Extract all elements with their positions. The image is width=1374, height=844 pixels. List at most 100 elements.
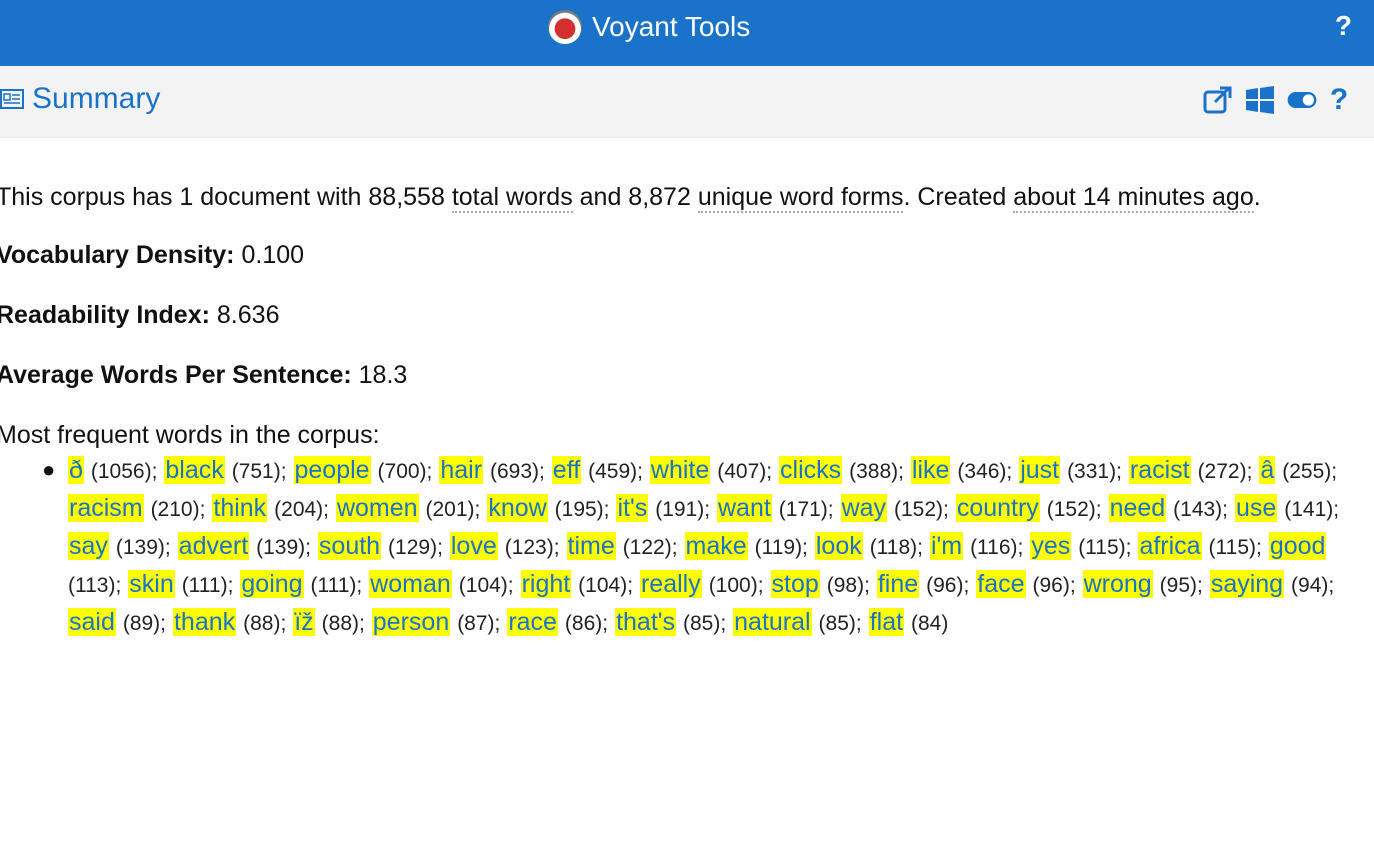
frequent-term-link[interactable]: ïž <box>293 608 315 636</box>
frequent-term-link[interactable]: use <box>1234 494 1278 522</box>
total-words-link[interactable]: total words <box>451 183 573 213</box>
frequent-term-count: (98); <box>826 574 870 597</box>
frequent-term-count: (139); <box>256 536 311 559</box>
frequent-term-count: (195); <box>554 498 610 521</box>
frequent-term-count: (85); <box>683 612 727 635</box>
created-time-link[interactable]: about 14 minutes ago <box>1013 183 1254 213</box>
frequent-term-count: (204); <box>274 498 329 521</box>
frequent-term-count: (255); <box>1282 460 1338 483</box>
frequent-term-link[interactable]: that's <box>615 608 677 636</box>
app-help-icon[interactable]: ? <box>1335 10 1352 42</box>
frequent-term-link[interactable]: saying <box>1209 570 1285 598</box>
frequent-term-link[interactable]: need <box>1108 494 1167 522</box>
frequent-term-link[interactable]: right <box>520 570 572 598</box>
frequent-term-count: (104); <box>578 574 634 597</box>
frequent-term-link[interactable]: face <box>976 570 1026 598</box>
panel-help-icon[interactable]: ? <box>1328 83 1350 116</box>
frequent-term-link[interactable]: yes <box>1030 532 1072 560</box>
frequent-term-link[interactable]: make <box>684 532 748 560</box>
frequent-term-count: (407); <box>717 460 773 483</box>
overview-text: This corpus has 1 document with 88,558 <box>0 183 452 211</box>
frequent-term-link[interactable]: flat <box>868 608 905 636</box>
frequent-term-link[interactable]: really <box>639 570 702 598</box>
frequent-term-count: (129); <box>388 536 443 559</box>
frequent-term-link[interactable]: know <box>487 494 548 522</box>
frequent-term-count: (751); <box>231 460 287 483</box>
overview-text: . <box>1253 183 1261 211</box>
terms-container: ð (1056); black (751); people (700); hai… <box>68 456 1339 636</box>
vocabulary-density: Vocabulary Density: 0.100 <box>0 240 1366 300</box>
app-brand[interactable]: Voyant Tools <box>548 10 750 44</box>
frequent-term-link[interactable]: say <box>68 532 109 560</box>
frequent-term-link[interactable]: south <box>317 532 382 560</box>
options-toggle-icon[interactable] <box>1286 84 1318 116</box>
frequent-term-link[interactable]: skin <box>128 570 175 598</box>
frequent-term-link[interactable]: people <box>293 456 371 484</box>
frequent-term-link[interactable]: said <box>68 608 116 636</box>
frequent-term-link[interactable]: country <box>955 494 1040 522</box>
frequent-term-count: (111); <box>310 574 363 597</box>
frequent-term-link[interactable]: wrong <box>1082 570 1153 598</box>
frequent-term-link[interactable]: woman <box>369 570 452 598</box>
frequent-term-link[interactable]: women <box>335 494 419 522</box>
frequent-term-link[interactable]: fine <box>876 570 920 598</box>
frequent-term-link[interactable]: thank <box>172 608 237 636</box>
frequent-term-link[interactable]: africa <box>1138 532 1202 560</box>
frequent-term-link[interactable]: way <box>840 494 888 522</box>
frequent-term-count: (139); <box>115 536 171 559</box>
frequent-term-count: (96); <box>1032 574 1076 597</box>
frequent-term-link[interactable]: white <box>649 456 711 484</box>
frequent-term-link[interactable]: eff <box>551 456 582 484</box>
frequent-term-count: (94); <box>1291 574 1335 597</box>
frequent-term-link[interactable]: think <box>212 494 268 522</box>
frequent-term-count: (191); <box>655 498 711 521</box>
frequent-term-link[interactable]: i'm <box>929 532 964 560</box>
frequent-term-count: (171); <box>778 498 834 521</box>
unique-words-link[interactable]: unique word forms <box>697 183 904 213</box>
readability-label: Readability Index: <box>0 301 210 329</box>
avg-label: Average Words Per Sentence: <box>0 361 352 389</box>
frequent-term-count: (88); <box>321 612 365 635</box>
frequent-term-link[interactable]: black <box>164 456 225 484</box>
frequent-term-link[interactable]: want <box>717 494 772 522</box>
voyant-logo-icon <box>548 10 582 44</box>
frequent-term-link[interactable]: clicks <box>779 456 843 484</box>
corpus-overview: This corpus has 1 document with 88,558 t… <box>0 182 1366 240</box>
frequent-term-link[interactable]: advert <box>177 532 250 560</box>
frequent-term-link[interactable]: time <box>566 532 616 560</box>
frequent-term-link[interactable]: racist <box>1128 456 1191 484</box>
frequent-term-count: (118); <box>869 536 923 559</box>
frequent-term-count: (111); <box>181 574 234 597</box>
frequent-term-link[interactable]: natural <box>733 608 812 636</box>
frequent-term-link[interactable]: it's <box>616 494 649 522</box>
average-words-per-sentence: Average Words Per Sentence: 18.3 <box>0 360 1366 420</box>
frequent-term-link[interactable]: racism <box>68 494 144 522</box>
frequent-term-link[interactable]: look <box>814 532 863 560</box>
frequent-term-count: (87); <box>457 612 501 635</box>
frequent-term-count: (100); <box>708 574 764 597</box>
frequent-term-count: (141); <box>1284 498 1340 521</box>
frequent-term-link[interactable]: stop <box>770 570 820 598</box>
frequent-term-link[interactable]: good <box>1268 532 1327 560</box>
frequent-term-link[interactable]: â <box>1259 456 1276 484</box>
frequent-term-count: (123); <box>504 536 560 559</box>
frequent-words-heading: Most frequent words in the corpus: <box>0 421 380 449</box>
frequent-term-link[interactable]: hair <box>439 456 484 484</box>
frequent-term-link[interactable]: ð <box>68 456 84 484</box>
frequent-term-count: (152); <box>1046 498 1102 521</box>
frequent-words-item: ● ð (1056); black (751); people (700); h… <box>42 452 1348 642</box>
overview-text: . Created <box>903 183 1014 211</box>
frequent-term-link[interactable]: like <box>910 456 951 484</box>
frequent-term-link[interactable]: just <box>1019 456 1061 484</box>
frequent-term-count: (122); <box>622 536 678 559</box>
frequent-term-link[interactable]: love <box>449 532 498 560</box>
summary-panel-header: Summary ? <box>0 66 1374 138</box>
frequent-term-link[interactable]: race <box>507 608 558 636</box>
switch-tool-icon[interactable] <box>1244 84 1276 116</box>
frequent-term-count: (700); <box>377 460 433 483</box>
frequent-term-link[interactable]: going <box>240 570 304 598</box>
overview-text: and 8,872 <box>572 183 698 211</box>
frequent-term-link[interactable]: person <box>371 608 451 636</box>
export-icon[interactable] <box>1202 84 1234 116</box>
frequent-term-count: (693); <box>489 460 545 483</box>
